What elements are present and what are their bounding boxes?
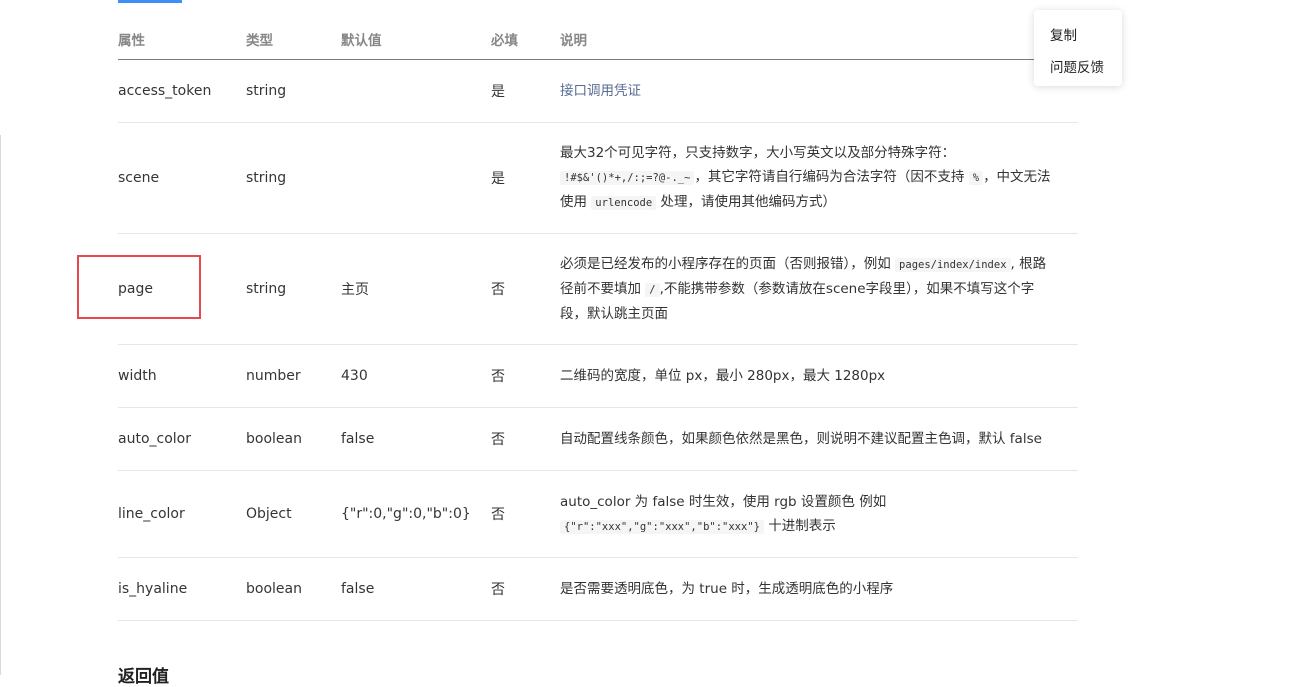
- desc-text: 使用: [560, 194, 587, 210]
- tab-active-indicator: [118, 0, 182, 3]
- access-token-link[interactable]: 接口调用凭证: [560, 83, 641, 99]
- menu-item-copy[interactable]: 复制: [1050, 24, 1077, 44]
- param-description: 最大32个可见字符，只支持数字，大小写英文以及部分特殊字符： !#$&'()*+…: [560, 122, 1078, 234]
- desc-text: 十进制表示: [768, 517, 836, 534]
- param-name: access_token: [118, 59, 246, 123]
- left-border-line: [0, 135, 1, 675]
- param-default: [341, 122, 491, 234]
- param-type: Object: [246, 470, 341, 558]
- param-description: 必须是已经发布的小程序存在的页面（否则报错），例如 pages/index/in…: [560, 233, 1078, 345]
- header-type: 类型: [246, 18, 341, 60]
- params-table: 属性 类型 默认值 必填 说明 access_token string 是 接口…: [118, 18, 1078, 621]
- param-type: boolean: [246, 557, 341, 621]
- inline-code: urlencode: [591, 196, 657, 210]
- param-required: 否: [491, 407, 560, 471]
- param-type: string: [246, 233, 341, 345]
- param-default: 主页: [341, 233, 491, 345]
- desc-text: ，中文无法: [983, 169, 1051, 185]
- table-row: auto_color boolean false 否 自动配置线条颜色，如果颜色…: [118, 407, 1078, 471]
- desc-text: ，其它字符请自行编码为合法字符（因不支持: [694, 169, 965, 185]
- header-required: 必填: [491, 18, 560, 60]
- param-description: 自动配置线条颜色，如果颜色依然是黑色，则说明不建议配置主色调，默认 false: [560, 407, 1078, 471]
- inline-code: {"r":"xxx","g":"xxx","b":"xxx"}: [560, 519, 764, 534]
- table-row: access_token string 是 接口调用凭证: [118, 59, 1078, 123]
- param-required: 是: [491, 59, 560, 123]
- desc-text: auto_color 为 false 时生效，使用 rgb 设置颜色 例如: [560, 493, 887, 510]
- header-description: 说明: [560, 18, 1078, 60]
- menu-item-feedback[interactable]: 问题反馈: [1050, 56, 1104, 76]
- table-row: width number 430 否 二维码的宽度，单位 px，最小 280px…: [118, 344, 1078, 408]
- desc-text: 必须是已经发布的小程序存在的页面（否则报错），例如: [560, 256, 891, 272]
- param-name: scene: [118, 122, 246, 234]
- desc-text: , 根路: [1010, 256, 1047, 272]
- header-default: 默认值: [341, 18, 491, 60]
- param-name: width: [118, 344, 246, 408]
- table-row: is_hyaline boolean false 否 是否需要透明底色，为 tr…: [118, 557, 1078, 621]
- inline-code: !#$&'()*+,/:;=?@-._~: [560, 171, 695, 185]
- table-row: line_color Object {"r":0,"g":0,"b":0} 否 …: [118, 470, 1078, 558]
- param-default: 430: [341, 344, 491, 408]
- context-menu: 复制 问题反馈: [1034, 10, 1122, 86]
- desc-text: 最大32个可见字符，只支持数字，大小写英文以及部分特殊字符：: [560, 145, 956, 161]
- param-description: 是否需要透明底色，为 true 时，生成透明底色的小程序: [560, 557, 1078, 621]
- param-description: 二维码的宽度，单位 px，最小 280px，最大 1280px: [560, 344, 1078, 408]
- desc-text: 处理，请使用其他编码方式）: [660, 194, 837, 210]
- highlight-box: [77, 255, 201, 319]
- header-name: 属性: [118, 18, 246, 60]
- inline-code: /: [645, 283, 660, 297]
- desc-text: 径前不要填加: [560, 281, 641, 297]
- inline-code: %: [968, 171, 984, 185]
- param-default: [341, 59, 491, 123]
- param-required: 否: [491, 233, 560, 345]
- desc-text: 段，默认跳主页面: [560, 306, 668, 322]
- param-default: false: [341, 407, 491, 471]
- inline-code: pages/index/index: [895, 258, 1011, 272]
- table-row: scene string 是 最大32个可见字符，只支持数字，大小写英文以及部分…: [118, 122, 1078, 234]
- param-required: 是: [491, 122, 560, 234]
- param-type: boolean: [246, 407, 341, 471]
- param-description: 接口调用凭证: [560, 59, 1078, 123]
- param-name: line_color: [118, 470, 246, 558]
- table-row: page string 主页 否 必须是已经发布的小程序存在的页面（否则报错），…: [118, 233, 1078, 345]
- param-name: auto_color: [118, 407, 246, 471]
- param-type: number: [246, 344, 341, 408]
- param-required: 否: [491, 470, 560, 558]
- param-type: string: [246, 59, 341, 123]
- param-default: {"r":0,"g":0,"b":0}: [341, 470, 491, 558]
- param-required: 否: [491, 557, 560, 621]
- param-name: is_hyaline: [118, 557, 246, 621]
- param-type: string: [246, 122, 341, 234]
- param-default: false: [341, 557, 491, 621]
- param-required: 否: [491, 344, 560, 408]
- param-description: auto_color 为 false 时生效，使用 rgb 设置颜色 例如 {"…: [560, 470, 1078, 558]
- desc-text: ,不能携带参数（参数请放在scene字段里），如果不填写这个字: [659, 281, 1035, 297]
- table-header-row: 属性 类型 默认值 必填 说明: [118, 18, 1078, 60]
